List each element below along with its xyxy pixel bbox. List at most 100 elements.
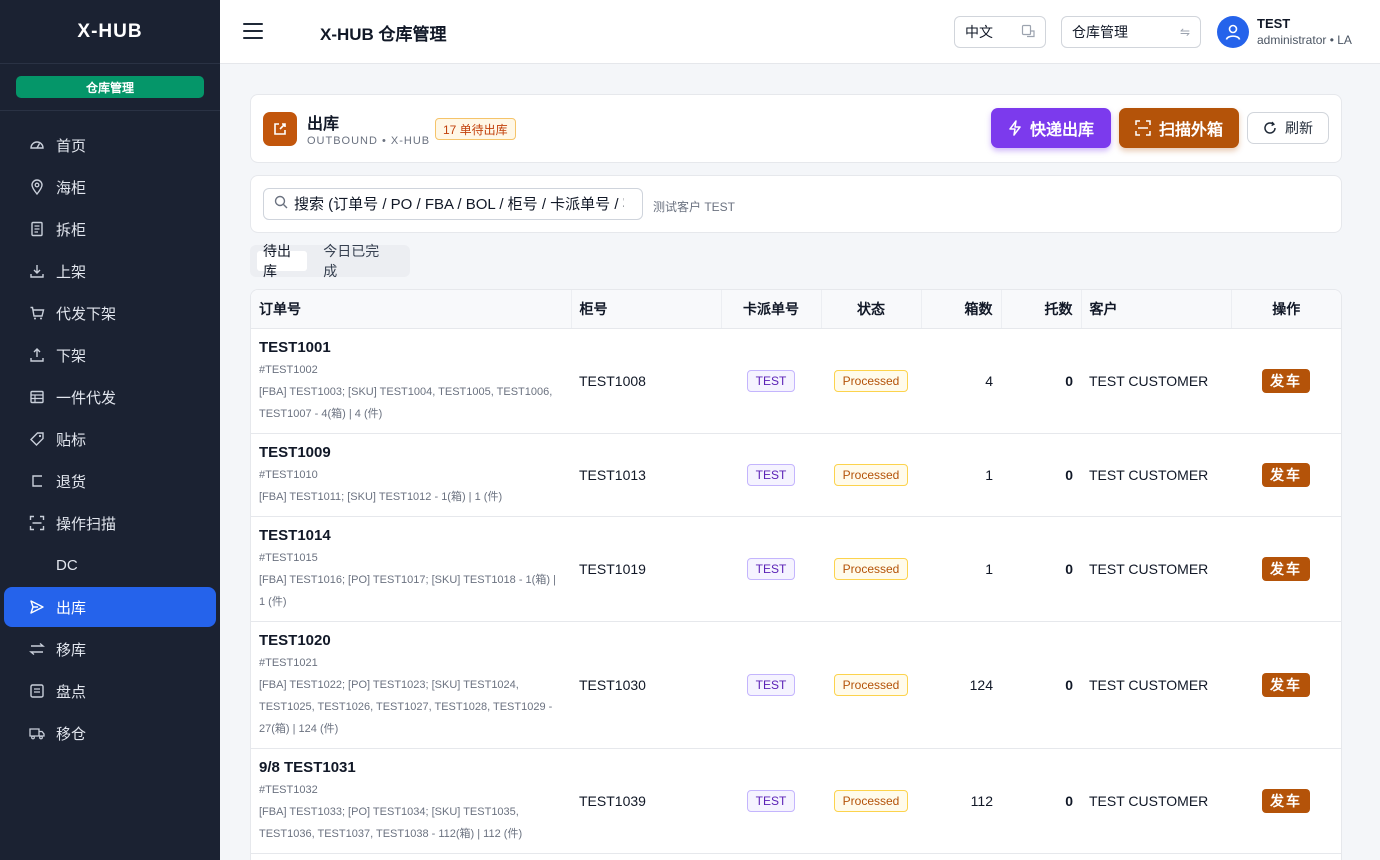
dispatch-button[interactable]: 发车	[1262, 368, 1310, 393]
sidebar-item-1[interactable]: 海柜	[4, 167, 216, 207]
sidebar-item-label: 盘点	[56, 683, 87, 701]
column-header-order[interactable]: 订单号	[251, 290, 572, 329]
user-role: administrator • LA	[1257, 33, 1352, 47]
search-input[interactable]	[294, 195, 624, 213]
sidebar-item-label: 移仓	[56, 725, 87, 743]
table-row[interactable]: TEST1001 #TEST1002 [FBA] TEST1003; [SKU] T…	[251, 328, 1341, 434]
search-field[interactable]	[263, 188, 643, 220]
outbound-tabs: 待出库 今日已完成	[250, 243, 410, 279]
avatar	[1217, 16, 1249, 48]
column-header-boxes[interactable]: 箱数	[921, 290, 1002, 329]
user-name: TEST	[1257, 16, 1291, 31]
order-detail: [FBA] TEST1011; [SKU] TEST1012 - 1(箱) | …	[259, 490, 503, 503]
column-header-status[interactable]: 状态	[821, 290, 922, 329]
sidebar-item-7[interactable]: 贴标	[4, 419, 216, 459]
sidebar-item-label: DC	[56, 556, 78, 574]
sidebar-item-9[interactable]: 操作扫描	[4, 503, 216, 543]
status-badge: Processed	[833, 463, 909, 486]
express-outbound-button[interactable]: 快递出库	[991, 108, 1111, 148]
lightning-icon	[1008, 120, 1022, 136]
order-reference: #TEST1002	[259, 363, 318, 376]
order-number[interactable]: 9/8 TEST1031	[259, 757, 563, 779]
search-card: 测试客户 TEST	[250, 175, 1342, 233]
tab-0[interactable]: 待出库	[257, 243, 308, 279]
table-row[interactable]: TEST1009 #TEST1010 [FBA] TEST1011; [SKU] T…	[251, 433, 1341, 517]
sidebar-item-label: 一件代发	[56, 389, 117, 407]
user-menu[interactable]: TEST administrator • LA	[1217, 16, 1352, 48]
warehouse-badge[interactable]: 仓库管理	[16, 76, 204, 98]
sidebar-item-label: 贴标	[56, 431, 87, 449]
status-cell: Processed	[821, 516, 921, 622]
dispatch-button[interactable]: 发车	[1262, 462, 1310, 487]
dispatch-button[interactable]: 发车	[1262, 788, 1310, 813]
module-select[interactable]: 仓库管理 ⇋	[1061, 16, 1201, 48]
cart-icon	[28, 304, 46, 322]
refresh-label: 刷新	[1285, 120, 1313, 136]
boxes-cell: 124	[921, 621, 1001, 749]
calendar-grid-icon	[28, 388, 46, 406]
top-bar: X-HUB 仓库管理 中文 仓库管理 ⇋ TEST administrator …	[220, 0, 1380, 64]
dc-icon	[28, 556, 46, 574]
table-header-row: 订单号 柜号 卡派单号 状态 箱数 托数 客户 操作	[251, 290, 1341, 329]
customer-cell: TEST CUSTOMER	[1081, 748, 1231, 854]
column-header-customer[interactable]: 客户	[1081, 290, 1232, 329]
status-cell: Processed	[821, 748, 921, 854]
order-cell: TEST1014 #TEST1015 [FBA] TEST1016; [PO] TE…	[251, 516, 571, 622]
sidebar-item-label: 退货	[56, 473, 87, 491]
order-reference: #TEST1010	[259, 468, 318, 481]
sidebar-item-11[interactable]: 出库	[4, 587, 216, 627]
order-detail: [FBA] TEST1022; [PO] TEST1023; [SKU] TES…	[259, 678, 553, 735]
table-row[interactable]: TEST1020 #TEST1021 [FBA] TEST1022; [PO] TE…	[251, 621, 1341, 749]
boxes-cell: 1	[921, 433, 1001, 517]
truck-no-cell: TEST	[721, 433, 821, 517]
column-header-container[interactable]: 柜号	[571, 290, 722, 329]
table-row[interactable]: TEST1014 #TEST1015 [FBA] TEST1016; [PO] TE…	[251, 516, 1341, 622]
status-badge: Processed	[833, 789, 909, 812]
order-number[interactable]: TEST1001	[259, 337, 563, 359]
sidebar-item-12[interactable]: 移库	[4, 629, 216, 669]
order-number[interactable]: TEST1014	[259, 525, 563, 547]
column-header-pallets[interactable]: 托数	[1001, 290, 1082, 329]
status-cell: Processed	[821, 433, 921, 517]
sidebar-item-14[interactable]: 移仓	[4, 713, 216, 753]
sidebar-item-5[interactable]: 下架	[4, 335, 216, 375]
sidebar-item-8[interactable]: 退货	[4, 461, 216, 501]
scan-icon	[1135, 120, 1151, 136]
sidebar-item-2[interactable]: 拆柜	[4, 209, 216, 249]
refresh-icon	[1263, 121, 1277, 135]
user-icon	[1225, 24, 1241, 40]
scan-box-label: 扫描外箱	[1158, 122, 1223, 139]
outbound-icon	[263, 112, 297, 146]
order-number[interactable]: TEST1009	[259, 442, 563, 464]
dispatch-button[interactable]: 发车	[1262, 672, 1310, 697]
hamburger-icon	[243, 37, 263, 39]
action-cell: 发车	[1231, 433, 1341, 517]
table-row[interactable]: 9/8 TEST1031 #TEST1032 [FBA] TEST1033; [PO…	[251, 748, 1341, 854]
scan-box-button[interactable]: 扫描外箱	[1119, 108, 1239, 148]
order-cell: TEST1009 #TEST1010 [FBA] TEST1011; [SKU] T…	[251, 433, 571, 517]
column-header-truck-no[interactable]: 卡派单号	[721, 290, 822, 329]
menu-toggle-button[interactable]	[242, 20, 264, 42]
sidebar-item-10[interactable]: DC	[4, 545, 216, 585]
boxes-cell: 112	[921, 748, 1001, 854]
sidebar-item-4[interactable]: 代发下架	[4, 293, 216, 333]
order-reference: #TEST1032	[259, 783, 318, 796]
dispatch-button[interactable]: 发车	[1262, 556, 1310, 581]
language-select[interactable]: 中文	[954, 16, 1046, 48]
customer-note: 测试客户 TEST	[653, 200, 736, 214]
order-number[interactable]: TEST1020	[259, 630, 563, 652]
sidebar-item-3[interactable]: 上架	[4, 251, 216, 291]
sidebar-item-0[interactable]: 首页	[4, 125, 216, 165]
container-cell: TEST1030	[571, 621, 721, 749]
hamburger-icon	[243, 30, 263, 32]
truck-no-cell: TEST	[721, 621, 821, 749]
container-cell: TEST1013	[571, 433, 721, 517]
sidebar-item-13[interactable]: 盘点	[4, 671, 216, 711]
truck-no-cell: TEST	[721, 748, 821, 854]
sidebar-item-6[interactable]: 一件代发	[4, 377, 216, 417]
refresh-button[interactable]: 刷新	[1247, 112, 1329, 144]
language-select-value: 中文	[965, 24, 993, 40]
truck-no-tag: TEST	[746, 463, 796, 486]
orders-table: 订单号 柜号 卡派单号 状态 箱数 托数 客户 操作 TEST1001 #TEST…	[251, 290, 1341, 854]
tab-1[interactable]: 今日已完成	[317, 243, 393, 279]
